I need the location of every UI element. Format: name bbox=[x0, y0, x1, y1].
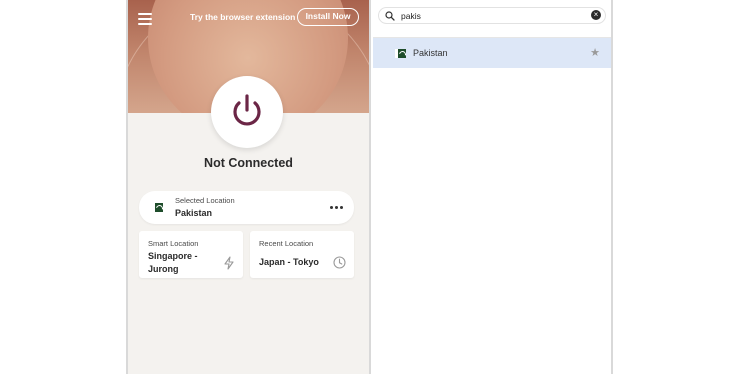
selected-location-label: Selected Location bbox=[175, 196, 235, 205]
search-result-name: Pakistan bbox=[413, 48, 448, 58]
selected-location-card[interactable]: Selected Location Pakistan bbox=[139, 191, 354, 224]
vpn-panel: Try the browser extension Install Now No… bbox=[128, 0, 369, 374]
smart-location-value-line1: Singapore - bbox=[148, 251, 198, 261]
more-options-icon[interactable] bbox=[329, 202, 345, 212]
install-now-button[interactable]: Install Now bbox=[297, 8, 359, 26]
hamburger-menu-icon[interactable] bbox=[138, 13, 152, 25]
pakistan-flag-icon bbox=[395, 49, 406, 58]
search-result-row[interactable]: Pakistan ★ bbox=[373, 38, 611, 68]
smart-location-value: Singapore - Jurong bbox=[148, 250, 198, 276]
smart-location-value-line2: Jurong bbox=[148, 264, 179, 274]
search-box: × bbox=[378, 7, 606, 24]
top-bar: Try the browser extension Install Now bbox=[128, 0, 369, 34]
recent-location-card[interactable]: Recent Location Japan - Tokyo bbox=[250, 231, 354, 278]
recent-location-value: Japan - Tokyo bbox=[259, 257, 319, 267]
power-icon bbox=[233, 94, 261, 126]
search-input[interactable] bbox=[401, 9, 581, 22]
clock-icon bbox=[333, 256, 346, 269]
window-border-right bbox=[611, 0, 613, 374]
pakistan-flag-icon bbox=[152, 203, 163, 212]
promo-text: Try the browser extension bbox=[190, 12, 296, 22]
lightning-icon bbox=[224, 256, 234, 270]
recent-location-label: Recent Location bbox=[259, 239, 314, 248]
search-icon bbox=[385, 11, 395, 21]
connection-status: Not Connected bbox=[204, 156, 293, 170]
window-border-middle bbox=[369, 0, 371, 374]
smart-location-label: Smart Location bbox=[148, 239, 199, 248]
power-button[interactable] bbox=[211, 76, 283, 148]
location-search-panel: × Pakistan ★ bbox=[373, 0, 611, 374]
favorite-star-icon[interactable]: ★ bbox=[590, 46, 600, 59]
smart-location-card[interactable]: Smart Location Singapore - Jurong bbox=[139, 231, 243, 278]
selected-location-value: Pakistan bbox=[175, 208, 213, 218]
clear-search-icon[interactable]: × bbox=[591, 10, 601, 20]
